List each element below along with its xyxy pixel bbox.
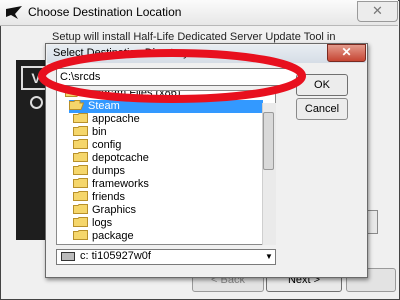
annotation-oval	[38, 49, 306, 103]
